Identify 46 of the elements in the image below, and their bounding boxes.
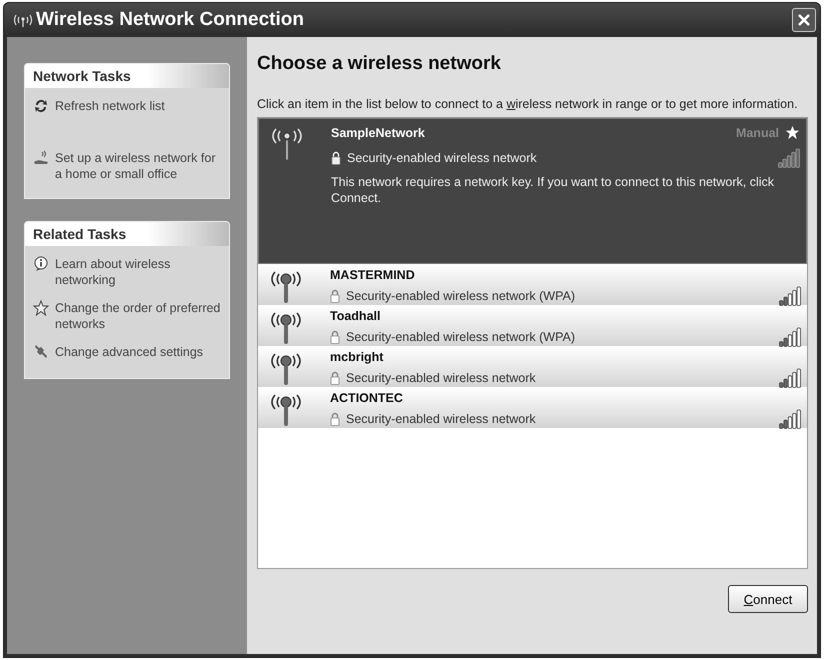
window-title: Wireless Network Connection xyxy=(36,9,305,31)
network-item[interactable]: SampleNetwork Manual Security-enabled wireless network This network requires a network key. If you want to connect to this network, click Connect. xyxy=(258,118,807,264)
page-heading: Choose a wireless network xyxy=(257,53,502,75)
hand-icon xyxy=(33,150,49,166)
info-icon xyxy=(33,256,49,272)
close-button[interactable] xyxy=(792,8,816,32)
network-item[interactable]: MASTERMIND Security-enabled wireless network (WPA) xyxy=(258,264,807,305)
network-name: MASTERMIND xyxy=(330,268,416,282)
network-name: ACTIONTEC xyxy=(330,391,404,405)
instruction-text: Click an item in the list below to connect to a wireless network in range or to get more information. xyxy=(257,97,799,112)
wireless-icon xyxy=(12,12,34,28)
signal-strength-icon xyxy=(778,148,800,168)
security-text: Security-enabled wireless network xyxy=(347,151,538,165)
connection-type: Manual xyxy=(736,126,779,140)
panel-title: Network Tasks xyxy=(25,64,229,88)
task-link[interactable]: Change the order of preferred networks xyxy=(55,300,221,332)
lock-icon xyxy=(330,289,340,303)
security-text: Security-enabled wireless network xyxy=(346,412,537,426)
lock-icon xyxy=(331,151,341,165)
task-link[interactable]: Set up a wireless network for a home or small office xyxy=(55,150,221,182)
security-text: Security-enabled wireless network (WPA) xyxy=(346,330,576,344)
signal-strength-icon xyxy=(779,409,801,429)
network-item[interactable]: ACTIONTEC Security-enabled wireless network xyxy=(258,387,807,428)
network-name: mcbright xyxy=(330,350,384,364)
star-icon xyxy=(33,300,49,316)
connect-button[interactable]: Connect xyxy=(728,585,808,613)
network-item[interactable]: mcbright Security-enabled wireless network xyxy=(258,346,807,387)
lock-icon xyxy=(330,330,340,344)
network-details: This network requires a network key. If you want to connect to this network, click Connect. xyxy=(331,174,776,206)
lock-icon xyxy=(330,371,340,385)
security-text: Security-enabled wireless network (WPA) xyxy=(346,289,576,303)
signal-strength-icon xyxy=(779,327,801,347)
signal-strength-icon xyxy=(779,368,801,388)
task-link[interactable]: Refresh network list xyxy=(55,98,165,114)
network-name: SampleNetwork xyxy=(331,126,426,140)
task-link[interactable]: Change advanced settings xyxy=(55,344,204,360)
network-item[interactable]: Toadhall Security-enabled wireless network (WPA) xyxy=(258,305,807,346)
panel-title: Related Tasks xyxy=(25,222,229,246)
close-icon xyxy=(797,13,811,27)
security-text: Security-enabled wireless network xyxy=(346,371,537,385)
refresh-icon xyxy=(33,98,49,114)
network-name: Toadhall xyxy=(330,309,382,323)
signal-strength-icon xyxy=(779,286,801,306)
task-link[interactable]: Learn about wireless networking xyxy=(55,256,221,288)
wrench-icon xyxy=(33,344,49,360)
lock-icon xyxy=(330,412,340,426)
